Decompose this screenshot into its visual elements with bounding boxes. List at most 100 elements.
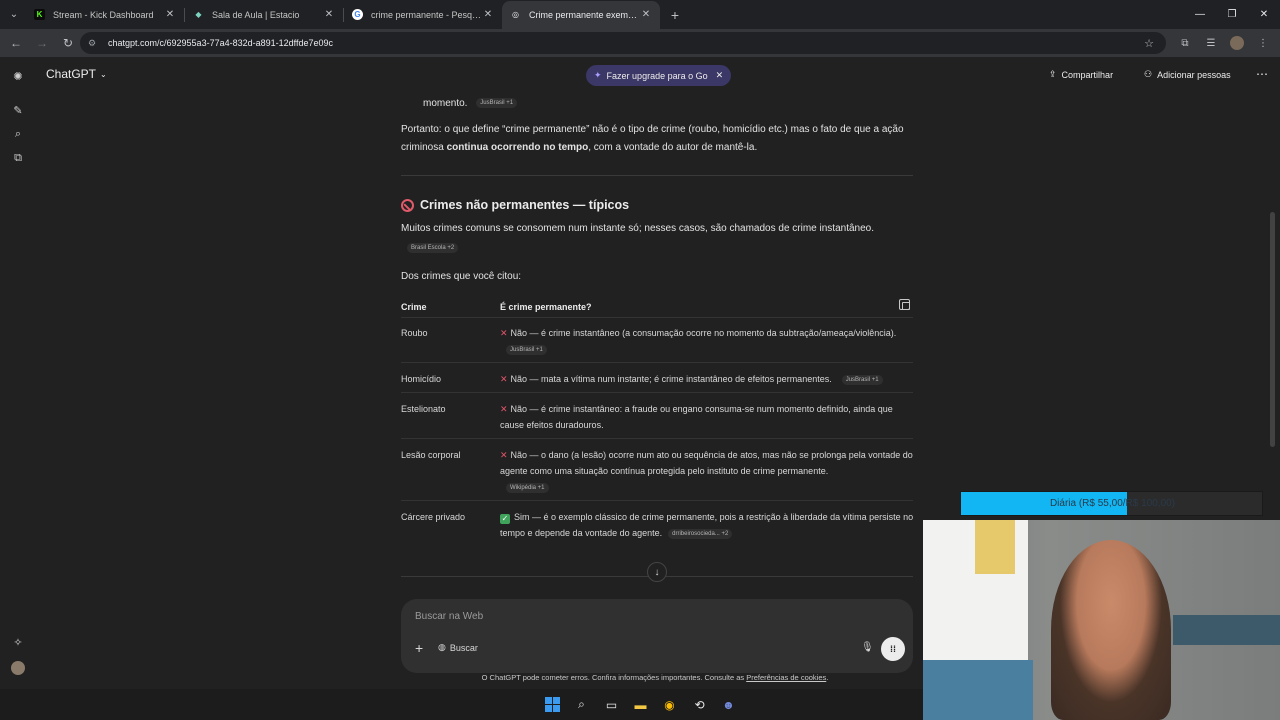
check-mark-icon: ✓ <box>500 514 510 524</box>
window-controls: — ❐ ✕ <box>1184 0 1280 28</box>
row-divider <box>401 317 913 318</box>
source-chip[interactable]: JusBrasil +1 <box>476 98 518 109</box>
site-info-icon[interactable]: ⚙ <box>88 38 102 49</box>
close-tab-icon[interactable]: ✕ <box>164 9 176 20</box>
url-text: chatgpt.com/c/692955a3-77a4-832d-a891-12… <box>108 38 334 48</box>
back-icon[interactable]: ← <box>4 31 28 55</box>
webcam-poster <box>975 520 1015 574</box>
search-tool-label: Buscar <box>449 642 478 653</box>
source-chip-line: Brasil Escola +2 <box>403 241 459 257</box>
section-divider <box>401 175 913 176</box>
crime-cell: Cárcere privado <box>401 512 466 522</box>
donation-goal-bar: Diária (R$ 55,00/R$ 100,00) <box>960 491 1263 516</box>
browser-menu-icon[interactable]: ⋮ <box>1252 32 1274 54</box>
close-tab-icon[interactable]: ✕ <box>482 9 494 20</box>
profile-avatar-icon[interactable] <box>1226 32 1248 54</box>
answer-cell: ✕ Não — o dano (a lesão) ocorre num ato o… <box>500 447 915 495</box>
message-composer[interactable]: Buscar na Web + ◍ Buscar 🎙 ⁞⁞ <box>401 599 913 673</box>
kick-favicon-icon: K <box>34 9 45 20</box>
add-people-button[interactable]: ⚇ Adicionar pessoas <box>1144 69 1231 80</box>
file-explorer-icon[interactable]: ▬ <box>632 696 649 713</box>
app-icon[interactable]: ⟲ <box>691 696 708 713</box>
browser-toolbar: ← → ↻ ⚙ chatgpt.com/c/692955a3-77a4-832d… <box>0 29 1280 57</box>
tab-title: Stream - Kick Dashboard <box>53 9 154 20</box>
list-item: momento. JusBrasil +1 <box>423 96 518 112</box>
answer-text: Não — mata a vítima num instante; é crim… <box>510 374 832 384</box>
row-divider <box>401 392 913 393</box>
crime-cell: Roubo <box>401 328 428 338</box>
browser-tab-active[interactable]: ◎ Crime permanente exemplos ✕ <box>502 0 660 29</box>
add-people-label: Adicionar pessoas <box>1157 69 1231 80</box>
answer-cell: ✕ Não — é crime instantâneo: a fraude ou … <box>500 401 915 433</box>
reload-icon[interactable]: ↻ <box>56 31 80 55</box>
copy-table-icon[interactable] <box>899 299 910 310</box>
extensions-icon[interactable]: ⧉ <box>1174 32 1196 54</box>
search-chats-icon[interactable]: ⌕ <box>9 125 27 143</box>
row-divider <box>401 500 913 501</box>
reading-list-icon[interactable]: ☰ <box>1200 32 1222 54</box>
restore-icon[interactable]: ❐ <box>1216 0 1248 28</box>
sidebar-rail: ✺ ✎ ⌕ ⧉ ✧ <box>0 57 36 689</box>
forward-icon[interactable]: → <box>30 31 54 55</box>
close-window-icon[interactable]: ✕ <box>1248 0 1280 28</box>
discord-icon[interactable]: ☻ <box>720 696 737 713</box>
scrollbar[interactable] <box>1270 212 1275 447</box>
cross-mark-icon: ✕ <box>500 450 508 460</box>
cross-mark-icon: ✕ <box>500 328 508 338</box>
bookmark-star-icon[interactable]: ☆ <box>1144 37 1154 50</box>
composer-placeholder[interactable]: Buscar na Web <box>415 611 483 622</box>
close-tab-icon[interactable]: ✕ <box>640 9 652 20</box>
sparkle-icon: ✦ <box>594 70 602 80</box>
upgrade-label: Fazer upgrade para o Go <box>606 70 708 81</box>
web-search-tool[interactable]: ◍ Buscar <box>438 642 478 653</box>
summary-paragraph: Portanto: o que define “crime permanente… <box>401 121 913 157</box>
close-icon[interactable]: ✕ <box>716 70 724 81</box>
row-divider <box>401 438 913 439</box>
search-icon[interactable]: ⌕ <box>573 696 590 713</box>
model-selector[interactable]: ChatGPT ⌄ <box>46 67 107 81</box>
task-view-icon[interactable]: ▭ <box>603 696 620 713</box>
row-divider <box>401 362 913 363</box>
new-chat-icon[interactable]: ✎ <box>9 101 27 119</box>
upgrade-button[interactable]: ✦ Fazer upgrade para o Go ✕ <box>586 65 732 86</box>
chrome-icon[interactable]: ◉ <box>661 696 678 713</box>
start-icon[interactable] <box>544 696 561 713</box>
source-chip[interactable]: JusBrasil +1 <box>841 374 883 385</box>
source-chip[interactable]: Brasil Escola +2 <box>407 243 459 254</box>
voice-mode-button[interactable]: ⁞⁞ <box>881 637 905 661</box>
para-bold-text: continua ocorrendo no tempo <box>446 142 589 153</box>
brand-title: ChatGPT <box>46 67 97 81</box>
close-tab-icon[interactable]: ✕ <box>323 9 335 20</box>
cross-mark-icon: ✕ <box>500 404 508 414</box>
browser-tab[interactable]: ◆ Sala de Aula | Estacio ✕ <box>185 1 343 29</box>
chat-header: ChatGPT ⌄ ✦ Fazer upgrade para o Go ✕ ⇪ … <box>36 57 1280 93</box>
cookie-preferences-link[interactable]: Preferências de cookies <box>746 673 826 682</box>
openai-logo-icon[interactable]: ✺ <box>9 67 27 85</box>
disclaimer-text: O ChatGPT pode cometer erros. Confira in… <box>481 673 747 682</box>
tab-title: Crime permanente exemplos <box>529 9 640 20</box>
add-attachment-icon[interactable]: + <box>415 640 423 656</box>
more-options-icon[interactable]: ⋯ <box>1256 67 1268 81</box>
new-tab-button[interactable]: + <box>664 7 686 23</box>
browser-tab[interactable]: G crime permanente - Pesquisa G ✕ <box>344 1 502 29</box>
library-icon[interactable]: ⧉ <box>9 149 27 167</box>
donation-goal-label: Diária (R$ 55,00/R$ 100,00) <box>1049 498 1176 509</box>
sparkle-icon[interactable]: ✧ <box>9 633 27 651</box>
browser-tab[interactable]: K Stream - Kick Dashboard ✕ <box>26 1 184 29</box>
scroll-to-bottom-button[interactable]: ↓ <box>647 562 667 582</box>
para-text: , com a vontade do autor de mantê-la. <box>588 142 758 153</box>
answer-text: Não — o dano (a lesão) ocorre num ato ou… <box>500 450 913 476</box>
microphone-icon[interactable]: 🎙 <box>861 642 874 653</box>
paragraph: Dos crimes que você citou: <box>401 271 522 282</box>
source-chip[interactable]: Wikipédia +1 <box>506 482 549 493</box>
google-favicon-icon: G <box>352 9 363 20</box>
share-button[interactable]: ⇪ Compartilhar <box>1049 69 1113 80</box>
tab-search-icon[interactable]: ⌄ <box>2 4 26 26</box>
prohibited-icon <box>401 198 414 212</box>
toolbar-actions: ⧉ ☰ ⋮ <box>1174 32 1274 54</box>
address-bar[interactable]: ⚙ chatgpt.com/c/692955a3-77a4-832d-a891-… <box>80 32 1166 54</box>
source-chip[interactable]: JusBrasil +1 <box>506 344 547 355</box>
source-chip[interactable]: drribeirosocieda... +2 <box>668 528 733 539</box>
paragraph: Muitos crimes comuns se consomem num ins… <box>401 223 874 234</box>
minimize-icon[interactable]: — <box>1184 0 1216 28</box>
